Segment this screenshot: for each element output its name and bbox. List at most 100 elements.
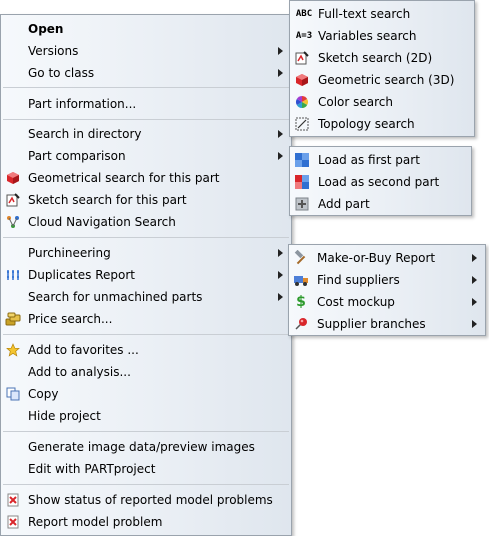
menu-item-geometrical-search[interactable]: Geometrical search for this part [1,167,291,189]
menu-separator [3,431,289,432]
menu-item-copy[interactable]: Copy [1,383,291,405]
menu-item-hide-project[interactable]: Hide project [1,405,291,427]
menu-item-label: Make-or-Buy Report [317,251,436,265]
menu-item-label: Cloud Navigation Search [28,215,176,229]
menu-item-topology-search[interactable]: Topology search [290,113,474,135]
menu-item-label: Find suppliers [317,273,400,287]
color-wheel-icon [294,94,310,110]
menu-separator [3,484,289,485]
report-problem-icon [5,514,21,530]
menu-item-label: Edit with PARTproject [28,462,156,476]
menu-item-make-or-buy-report[interactable]: Make-or-Buy Report [289,247,485,269]
menu-item-open[interactable]: Open [1,18,291,40]
menu-item-load-second-part[interactable]: Load as second part [290,171,471,193]
red-cube-icon [294,72,310,88]
menu-separator [3,237,289,238]
menu-item-cloud-navigation-search[interactable]: Cloud Navigation Search [1,211,291,233]
menu-item-go-to-class[interactable]: Go to class [1,62,291,84]
menu-item-label: Cost mockup [317,295,395,309]
red-cube-icon [5,170,21,186]
load-first-icon [294,152,310,168]
submenu-arrow-icon [278,130,283,138]
submenu-arrow-icon [472,320,477,328]
menu-item-label: Copy [28,387,59,401]
menu-item-label: Load as first part [318,153,420,167]
menu-item-label: Topology search [318,117,415,131]
menu-item-label: Sketch search (2D) [318,51,433,65]
menu-item-label: Load as second part [318,175,440,189]
coins-icon [5,311,21,327]
menu-item-find-suppliers[interactable]: Find suppliers [289,269,485,291]
submenu-arrow-icon [278,152,283,160]
copy-icon [5,386,21,402]
abc-text-icon: ABC [295,9,313,19]
menu-item-price-search[interactable]: Price search... [1,308,291,330]
menu-item-full-text-search[interactable]: ABC Full-text search [290,3,474,25]
sketch-icon [5,192,21,208]
menu-item-label: Full-text search [318,7,411,21]
hammer-icon [293,250,309,266]
menu-item-label: Supplier branches [317,317,426,331]
sketch-icon [294,50,310,66]
menu-item-label: Geometric search (3D) [318,73,455,87]
menu-item-generate-image-data[interactable]: Generate image data/preview images [1,436,291,458]
menu-item-label: Variables search [318,29,417,43]
menu-item-label: Show status of reported model problems [28,493,273,507]
menu-item-versions[interactable]: Versions [1,40,291,62]
menu-item-sketch-search-2d[interactable]: Sketch search (2D) [290,47,474,69]
menu-item-duplicates-report[interactable]: Duplicates Report [1,264,291,286]
dollar-icon: $ [296,294,306,310]
menu-item-add-to-favorites[interactable]: Add to favorites ... [1,339,291,361]
menu-item-show-status-problems[interactable]: Show status of reported model problems [1,489,291,511]
menu-item-label: Part comparison [28,149,126,163]
menu-item-part-information[interactable]: Part information... [1,93,291,115]
menu-item-label: Part information... [28,97,137,111]
menu-item-label: Add to analysis... [28,365,131,379]
menu-item-add-part[interactable]: Add part [290,193,471,215]
menu-item-label: Search for unmachined parts [28,290,203,304]
menu-item-variables-search[interactable]: A=3 Variables search [290,25,474,47]
menu-item-report-model-problem[interactable]: Report model problem [1,511,291,533]
menu-item-label: Color search [318,95,394,109]
menu-item-color-search[interactable]: Color search [290,91,474,113]
add-part-icon [294,196,310,212]
cloud-navigation-icon [5,214,21,230]
menu-item-label: Open [28,22,64,36]
variables-icon: A=3 [295,31,313,41]
submenu-arrow-icon [278,47,283,55]
menu-item-purchineering[interactable]: Purchineering [1,242,291,264]
menu-item-sketch-search[interactable]: Sketch search for this part [1,189,291,211]
menu-item-label: Versions [28,44,79,58]
menu-item-part-comparison[interactable]: Part comparison [1,145,291,167]
menu-separator [3,87,289,88]
menu-item-label: Sketch search for this part [28,193,187,207]
menu-item-add-to-analysis[interactable]: Add to analysis... [1,361,291,383]
truck-icon [293,272,309,288]
menu-item-load-first-part[interactable]: Load as first part [290,149,471,171]
submenu-arrow-icon [472,298,477,306]
menu-item-search-unmachined[interactable]: Search for unmachined parts [1,286,291,308]
menu-item-label: Hide project [28,409,101,423]
search-submenu: ABC Full-text search A=3 Variables searc… [289,0,475,137]
pin-icon [293,316,309,332]
menu-item-label: Add to favorites ... [28,343,139,357]
menu-item-cost-mockup[interactable]: $ Cost mockup [289,291,485,313]
menu-separator [3,334,289,335]
submenu-arrow-icon [278,249,283,257]
submenu-arrow-icon [472,276,477,284]
menu-item-geometric-search-3d[interactable]: Geometric search (3D) [290,69,474,91]
submenu-arrow-icon [278,69,283,77]
menu-item-search-in-directory[interactable]: Search in directory [1,123,291,145]
report-status-icon [5,492,21,508]
part-comparison-submenu: Load as first part Load as second part A… [289,146,472,216]
context-menu: Open Versions Go to class Part informati… [0,14,292,536]
submenu-arrow-icon [278,293,283,301]
menu-separator [3,119,289,120]
purchineering-submenu: Make-or-Buy Report Find suppliers $ Cost… [288,244,486,336]
submenu-arrow-icon [278,271,283,279]
menu-item-label: Generate image data/preview images [28,440,255,454]
menu-item-supplier-branches[interactable]: Supplier branches [289,313,485,335]
duplicates-icon [5,267,21,283]
menu-item-label: Purchineering [28,246,111,260]
menu-item-edit-with-partproject[interactable]: Edit with PARTproject [1,458,291,480]
